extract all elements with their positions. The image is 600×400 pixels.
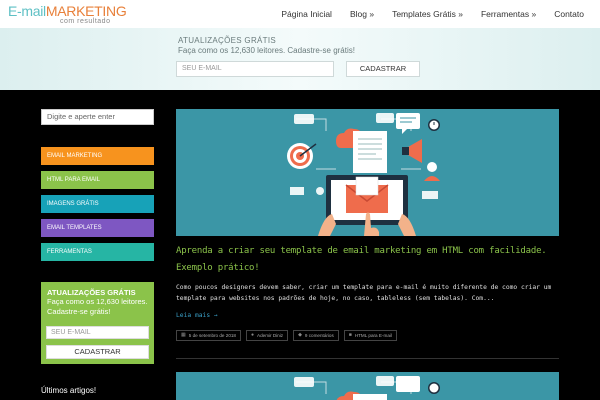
next-article-image[interactable] xyxy=(176,372,559,400)
sidebar-search-input[interactable]: Digite e aperte enter xyxy=(41,109,154,125)
meta-comments[interactable]: ◆ 9 comentários xyxy=(293,330,339,341)
user-icon: ● xyxy=(250,332,255,338)
sidebar-subscribe-text: Faça como os 12,630 leitores. Cadastre-s… xyxy=(47,297,148,316)
category-html-para-email[interactable]: HTML PARA EMAIL xyxy=(41,171,154,189)
category-imagens-gratis[interactable]: IMAGENS GRÁTIS xyxy=(41,195,154,213)
nav-item-blog[interactable]: Blog » xyxy=(350,9,374,19)
meta-category-text: HTML para E-mail xyxy=(354,333,392,338)
nav-item-home[interactable]: Página Inicial xyxy=(281,9,332,19)
next-article-illustration xyxy=(294,376,440,400)
category-email-marketing[interactable]: EMAIL MARKETING xyxy=(41,147,154,165)
logo-part-email: E-mail xyxy=(8,3,46,19)
sidebar-email-input[interactable]: SEU E-MAIL xyxy=(46,326,149,339)
site-logo[interactable]: E-mailMARKETING com resultado xyxy=(8,3,138,27)
meta-author[interactable]: ● Ademir Diniz xyxy=(245,330,289,341)
meta-date-text: 5 de setembro de 2018 xyxy=(188,333,236,338)
meta-date: ▦ 5 de setembro de 2018 xyxy=(176,330,241,341)
article-featured-image[interactable] xyxy=(176,109,559,236)
folder-icon: ■ xyxy=(348,332,352,338)
subscribe-banner: ATUALIZAÇÕES GRÁTIS Faça como os 12,630 … xyxy=(0,28,600,90)
category-ferramentas[interactable]: FERRAMENTAS xyxy=(41,243,154,261)
nav-item-templates[interactable]: Templates Grátis » xyxy=(392,9,463,19)
banner-subtitle: Faça como os 12,630 leitores. Cadastre-s… xyxy=(178,46,355,55)
nav-item-tools[interactable]: Ferramentas » xyxy=(481,9,536,19)
sidebar-subscribe-button[interactable]: CADASTRAR xyxy=(46,345,149,359)
banner-subscribe-button[interactable]: CADASTRAR xyxy=(346,61,420,77)
marketing-illustration xyxy=(287,113,440,236)
logo-wordmark: E-mailMARKETING xyxy=(8,3,127,19)
banner-title: ATUALIZAÇÕES GRÁTIS xyxy=(178,36,277,45)
meta-author-text: Ademir Diniz xyxy=(257,333,284,338)
calendar-icon: ▦ xyxy=(181,332,186,338)
sidebar-subscribe-box: ATUALIZAÇÕES GRÁTIS Faça como os 12,630 … xyxy=(41,282,154,364)
nav-item-contact[interactable]: Contato xyxy=(554,9,584,19)
comment-icon: ◆ xyxy=(298,332,302,338)
meta-category[interactable]: ■ HTML para E-mail xyxy=(343,330,397,341)
logo-part-marketing: MARKETING xyxy=(45,3,127,19)
read-more-link[interactable]: Leia mais → xyxy=(176,312,218,319)
category-email-templates[interactable]: EMAIL TEMPLATES xyxy=(41,219,154,237)
logo-tagline: com resultado xyxy=(60,18,111,25)
recent-articles-heading: Últimos artigos! xyxy=(41,386,97,395)
article-excerpt: Como poucos designers devem saber, criar… xyxy=(176,284,552,302)
main-nav: Página Inicial Blog » Templates Grátis »… xyxy=(263,0,584,28)
article-divider xyxy=(176,358,559,359)
sidebar-subscribe-title: ATUALIZAÇÕES GRÁTIS xyxy=(47,288,136,297)
article-meta: ▦ 5 de setembro de 2018 ● Ademir Diniz ◆ 9 … xyxy=(176,330,402,341)
site-header: E-mailMARKETING com resultado Página Ini… xyxy=(0,0,600,28)
banner-email-input[interactable]: SEU E-MAIL xyxy=(176,61,334,77)
meta-comments-text: 9 comentários xyxy=(304,333,334,338)
article-title[interactable]: Aprenda a criar seu template de email ma… xyxy=(176,243,571,277)
